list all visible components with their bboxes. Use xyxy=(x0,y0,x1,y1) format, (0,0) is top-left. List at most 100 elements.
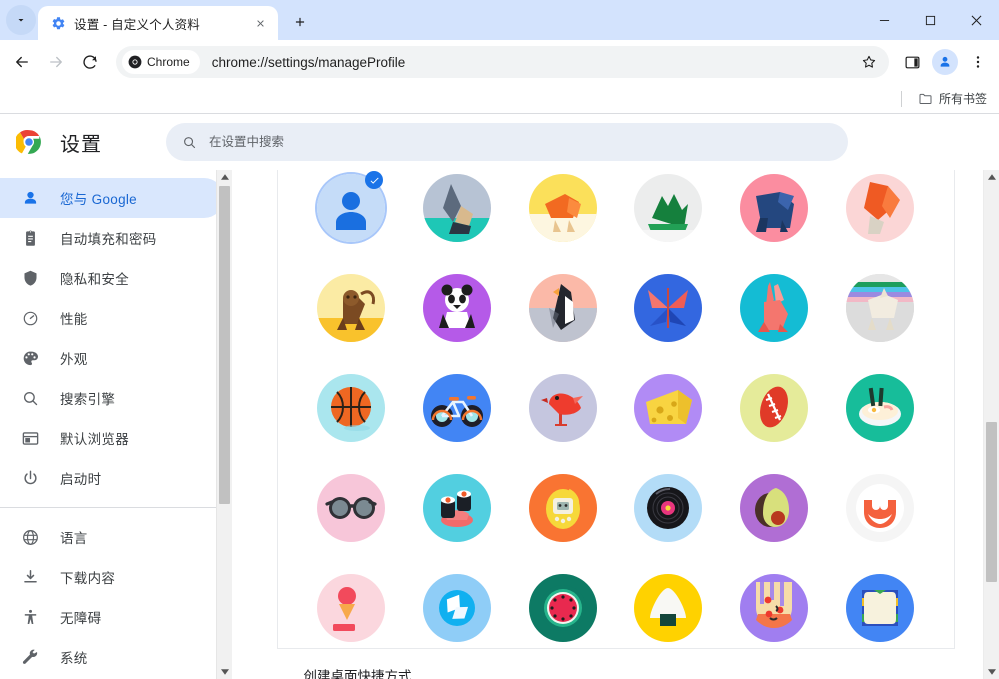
avatar-option[interactable] xyxy=(840,274,920,342)
avatar-option[interactable] xyxy=(840,174,920,242)
avatar-ramen[interactable] xyxy=(846,374,914,442)
avatar-sandwich[interactable] xyxy=(846,574,914,642)
page-scrollbar[interactable] xyxy=(983,170,999,679)
avatar-option[interactable] xyxy=(628,574,708,642)
address-bar[interactable]: Chrome chrome://settings/manageProfile xyxy=(116,46,889,78)
scroll-down-arrow[interactable] xyxy=(217,665,232,679)
avatar-option[interactable] xyxy=(628,374,708,442)
avatar-origami-fox[interactable] xyxy=(529,174,597,242)
sidebar-item-0-2[interactable]: 隐私和安全 xyxy=(0,258,224,298)
sidebar-item-1-1[interactable]: 下载内容 xyxy=(0,557,224,597)
sidebar-scrollbar-thumb[interactable] xyxy=(219,186,230,504)
avatar-ice-cream[interactable] xyxy=(317,574,385,642)
avatar-origami-dog[interactable] xyxy=(423,174,491,242)
avatar-default-person[interactable] xyxy=(317,174,385,242)
avatar-option[interactable] xyxy=(734,474,814,542)
sidebar-scrollbar[interactable] xyxy=(216,170,232,679)
avatar-option[interactable] xyxy=(417,274,497,342)
avatar-tamagotchi[interactable] xyxy=(529,474,597,542)
avatar-option[interactable] xyxy=(417,374,497,442)
new-tab-button[interactable] xyxy=(286,8,314,36)
avatar-option[interactable] xyxy=(840,574,920,642)
avatar-option[interactable] xyxy=(417,174,497,242)
settings-search-box[interactable] xyxy=(166,123,848,161)
sidebar-item-0-0[interactable]: 您与 Google xyxy=(0,178,224,218)
avatar-option[interactable] xyxy=(312,574,392,642)
avatar-option[interactable] xyxy=(523,474,603,542)
avatar-origami-squirrel[interactable] xyxy=(846,174,914,242)
back-button[interactable] xyxy=(6,46,38,78)
avatar-option[interactable] xyxy=(417,474,497,542)
avatar-option[interactable] xyxy=(312,474,392,542)
avatar-watermelon[interactable] xyxy=(529,574,597,642)
avatar-origami-butterfly[interactable] xyxy=(634,274,702,342)
chrome-menu-button[interactable] xyxy=(963,47,993,77)
avatar-basketball[interactable] xyxy=(317,374,385,442)
avatar-option[interactable] xyxy=(628,274,708,342)
sidebar-item-0-5[interactable]: 搜索引擎 xyxy=(0,378,224,418)
avatar-avocado[interactable] xyxy=(740,474,808,542)
avatar-option[interactable] xyxy=(840,474,920,542)
desktop-shortcut-row[interactable]: 创建桌面快捷方式 xyxy=(278,649,954,679)
avatar-sunglasses[interactable] xyxy=(317,474,385,542)
all-bookmarks-button[interactable]: 所有书签 xyxy=(912,87,993,110)
avatar-option[interactable] xyxy=(523,274,603,342)
avatar-cheese[interactable] xyxy=(634,374,702,442)
sidebar-item-0-6[interactable]: 默认浏览器 xyxy=(0,418,224,458)
scroll-down-arrow[interactable] xyxy=(984,665,999,679)
avatar-smiley[interactable] xyxy=(846,474,914,542)
avatar-red-bird[interactable] xyxy=(529,374,597,442)
avatar-option[interactable] xyxy=(523,374,603,442)
avatar-option[interactable] xyxy=(734,374,814,442)
avatar-origami-dino[interactable] xyxy=(634,174,702,242)
reload-button[interactable] xyxy=(74,46,106,78)
avatar-option[interactable] xyxy=(734,574,814,642)
avatar-origami-unicorn[interactable] xyxy=(846,274,914,342)
sidebar-item-0-3[interactable]: 性能 xyxy=(0,298,224,338)
close-icon[interactable] xyxy=(250,13,270,33)
maximize-button[interactable] xyxy=(907,0,953,40)
bookmark-star-icon[interactable] xyxy=(855,48,883,76)
avatar-football[interactable] xyxy=(740,374,808,442)
avatar-option[interactable] xyxy=(312,174,392,242)
avatar-option[interactable] xyxy=(628,474,708,542)
avatar-option[interactable] xyxy=(628,174,708,242)
avatar-origami-penguin[interactable] xyxy=(529,274,597,342)
sidebar-item-0-4[interactable]: 外观 xyxy=(0,338,224,378)
side-panel-button[interactable] xyxy=(897,47,927,77)
profile-avatar-button[interactable] xyxy=(932,49,958,75)
minimize-button[interactable] xyxy=(861,0,907,40)
avatar-vinyl-record[interactable] xyxy=(634,474,702,542)
avatar-origami-elephant[interactable] xyxy=(740,174,808,242)
page-scrollbar-thumb[interactable] xyxy=(986,422,997,582)
close-window-button[interactable] xyxy=(953,0,999,40)
desktop-shortcut-label: 创建桌面快捷方式 xyxy=(304,665,412,679)
sidebar-item-0-7[interactable]: 启动时 xyxy=(0,458,224,498)
avatar-bicycle[interactable] xyxy=(423,374,491,442)
avatar-origami-rabbit[interactable] xyxy=(740,274,808,342)
browser-tab[interactable]: 设置 - 自定义个人资料 xyxy=(38,6,278,40)
avatar-water-drop[interactable] xyxy=(423,574,491,642)
avatar-option[interactable] xyxy=(734,174,814,242)
avatar-option[interactable] xyxy=(417,574,497,642)
tab-search-button[interactable] xyxy=(6,5,36,35)
forward-button[interactable] xyxy=(40,46,72,78)
avatar-pizza[interactable] xyxy=(740,574,808,642)
sidebar-item-1-0[interactable]: 语言 xyxy=(0,517,224,557)
avatar-origami-monkey[interactable] xyxy=(317,274,385,342)
scroll-up-arrow[interactable] xyxy=(984,170,999,184)
search-input[interactable] xyxy=(209,123,832,161)
avatar-option[interactable] xyxy=(523,574,603,642)
sidebar-item-1-3[interactable]: 系统 xyxy=(0,637,224,677)
avatar-option[interactable] xyxy=(734,274,814,342)
avatar-option[interactable] xyxy=(312,374,392,442)
avatar-sushi[interactable] xyxy=(423,474,491,542)
avatar-option[interactable] xyxy=(312,274,392,342)
sidebar-item-1-2[interactable]: 无障碍 xyxy=(0,597,224,637)
avatar-option[interactable] xyxy=(840,374,920,442)
sidebar-item-0-1[interactable]: 自动填充和密码 xyxy=(0,218,224,258)
scroll-up-arrow[interactable] xyxy=(217,170,232,184)
avatar-origami-panda[interactable] xyxy=(423,274,491,342)
avatar-onigiri[interactable] xyxy=(634,574,702,642)
avatar-option[interactable] xyxy=(523,174,603,242)
